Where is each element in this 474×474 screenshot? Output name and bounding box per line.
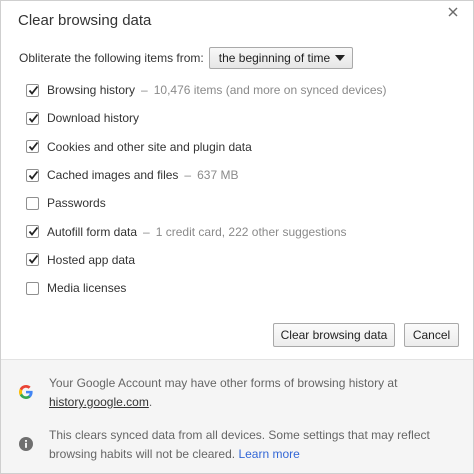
item-label: Download history	[47, 111, 140, 126]
info-icon	[18, 436, 34, 452]
item-download-history[interactable]: Download history	[26, 104, 456, 132]
dropdown-arrow-icon	[334, 55, 345, 61]
google-note-text: Your Google Account may have other forms…	[49, 376, 398, 390]
close-icon[interactable]	[445, 4, 461, 20]
item-label: Media licenses	[47, 281, 127, 296]
detail-separator: –	[141, 83, 148, 98]
checkbox-cached-images[interactable]	[26, 168, 39, 182]
google-g-icon	[18, 384, 34, 400]
checkbox-autofill[interactable]	[26, 225, 39, 239]
detail-separator: –	[143, 224, 150, 239]
dialog-title: Clear browsing data	[18, 12, 152, 29]
google-account-note: Your Google Account may have other forms…	[18, 374, 458, 412]
google-account-note-text: Your Google Account may have other forms…	[49, 374, 397, 412]
checkbox-download-history[interactable]	[26, 111, 39, 125]
checkmark-icon	[28, 85, 39, 95]
checkmark-icon	[28, 170, 39, 180]
detail-separator: –	[184, 168, 192, 183]
time-range-select[interactable]: the beginning of time	[208, 47, 353, 69]
time-range-selected-value: the beginning of time	[218, 51, 331, 65]
cancel-button[interactable]: Cancel	[404, 323, 459, 347]
synced-data-note: This clears synced data from all devices…	[18, 426, 458, 464]
history-google-link[interactable]: history.google.com	[49, 395, 149, 409]
dialog-footer: Your Google Account may have other forms…	[1, 359, 473, 473]
item-cookies[interactable]: Cookies and other site and plugin data	[26, 133, 456, 161]
data-type-list: Browsing history – 10,476 items (and mor…	[26, 76, 456, 302]
checkmark-icon	[28, 255, 39, 265]
checkbox-media-licenses[interactable]	[26, 281, 39, 295]
item-media-licenses[interactable]: Media licenses	[26, 274, 456, 302]
item-passwords[interactable]: Passwords	[26, 189, 456, 217]
item-detail: 637 MB	[197, 168, 239, 183]
item-autofill[interactable]: Autofill form data – 1 credit card, 222 …	[26, 217, 456, 245]
item-label: Cookies and other site and plugin data	[47, 139, 252, 154]
item-cached-images[interactable]: Cached images and files – 637 MB	[26, 161, 456, 189]
checkmark-icon	[28, 227, 39, 237]
item-label: Hosted app data	[47, 252, 136, 267]
checkbox-passwords[interactable]	[26, 196, 39, 210]
clear-browsing-data-dialog: Clear browsing data Obliterate the follo…	[0, 0, 474, 474]
learn-more-link[interactable]: Learn more	[238, 447, 299, 461]
clear-browsing-data-button[interactable]: Clear browsing data	[273, 323, 395, 347]
item-hosted-app-data[interactable]: Hosted app data	[26, 246, 456, 274]
item-label: Cached images and files	[47, 168, 179, 183]
synced-data-note-text: This clears synced data from all devices…	[49, 426, 458, 464]
time-range-row: Obliterate the following items from: the…	[19, 46, 353, 70]
checkmark-icon	[28, 142, 39, 152]
checkbox-hosted-app-data[interactable]	[26, 253, 39, 267]
item-label: Passwords	[47, 196, 106, 211]
google-note-suffix: .	[148, 395, 153, 409]
checkmark-icon	[28, 113, 39, 123]
item-browsing-history[interactable]: Browsing history – 10,476 items (and mor…	[26, 76, 456, 104]
checkbox-cookies[interactable]	[26, 140, 39, 154]
item-detail: 10,476 items (and more on synced devices…	[153, 83, 387, 98]
item-detail: 1 credit card, 222 other suggestions	[155, 224, 347, 239]
item-label: Browsing history	[47, 83, 136, 98]
checkbox-browsing-history[interactable]	[26, 83, 39, 97]
item-label: Autofill form data	[47, 224, 138, 239]
time-range-label: Obliterate the following items from:	[19, 51, 204, 65]
